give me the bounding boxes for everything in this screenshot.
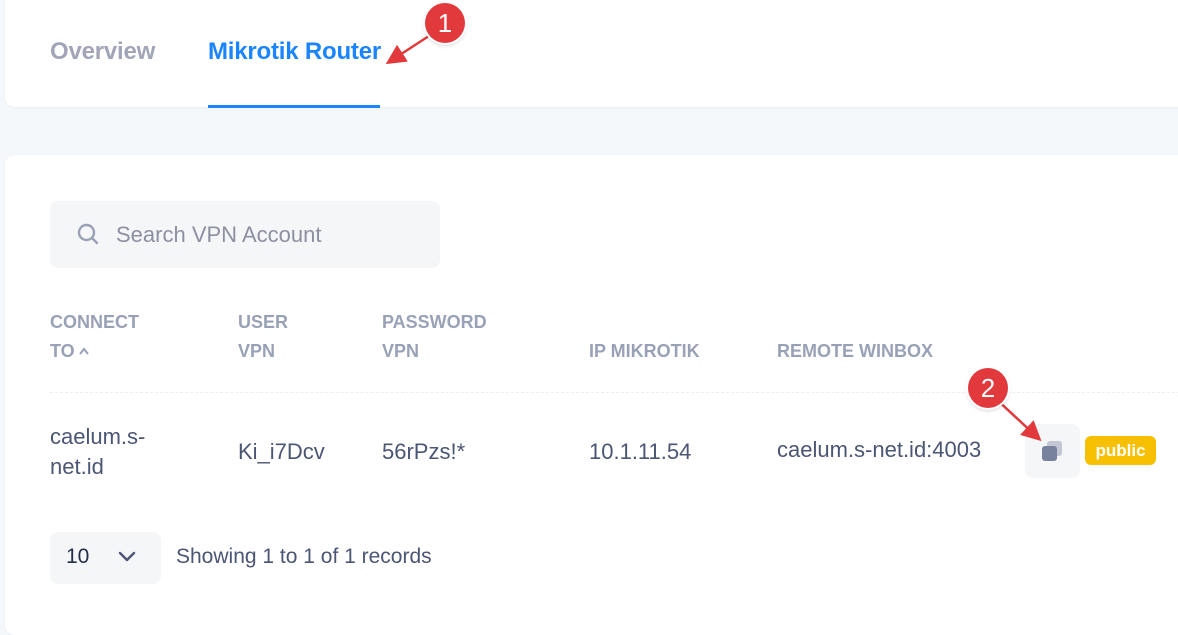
- chevron-down-icon: [118, 551, 136, 562]
- active-tab-indicator: [208, 105, 380, 108]
- column-header-password-vpn[interactable]: PASSWORD VPN: [382, 308, 487, 366]
- search-icon: [77, 223, 99, 245]
- annotation-callout-1: 1: [425, 3, 465, 43]
- column-header-user-vpn[interactable]: USER VPN: [238, 308, 288, 366]
- tab-mikrotik-router[interactable]: Mikrotik Router: [208, 38, 381, 66]
- status-badge: public: [1085, 436, 1156, 465]
- table-divider: [50, 392, 1178, 393]
- search-box[interactable]: [50, 201, 440, 268]
- column-header-label: PASSWORD: [382, 312, 487, 332]
- page-size-select[interactable]: 10: [50, 532, 161, 584]
- cell-ip-mikrotik: 10.1.11.54: [589, 439, 692, 464]
- cell-remote-winbox: caelum.s-net.id:4003: [777, 437, 982, 462]
- tab-overview[interactable]: Overview: [50, 38, 155, 66]
- column-header-connect-to[interactable]: CONNECT TO: [50, 308, 139, 366]
- tabs-card: Overview Mikrotik Router: [5, 0, 1178, 108]
- column-header-ip-mikrotik[interactable]: IP MIKROTIK: [589, 337, 700, 366]
- column-header-label: USER: [238, 312, 289, 332]
- records-info: Showing 1 to 1 of 1 records: [176, 545, 432, 568]
- copy-icon: [1042, 441, 1062, 461]
- page-size-value: 10: [66, 545, 90, 568]
- column-header-label: REMOTE WINBOX: [777, 341, 933, 361]
- cell-user-vpn: Ki_i7Dcv: [238, 439, 325, 464]
- column-header-label: VPN: [382, 341, 420, 361]
- column-header-label: TO: [50, 341, 75, 361]
- sort-asc-icon: [78, 347, 89, 355]
- column-header-label: CONNECT: [50, 312, 139, 332]
- search-input[interactable]: [116, 219, 416, 251]
- column-header-remote-winbox[interactable]: REMOTE WINBOX: [777, 337, 933, 366]
- column-header-label: IP MIKROTIK: [589, 341, 700, 361]
- cell-password-vpn: 56rPzs!*: [382, 439, 466, 464]
- copy-button[interactable]: [1025, 424, 1080, 478]
- cell-connect-to: caelum.s- net.id: [50, 424, 146, 479]
- annotation-callout-2: 2: [968, 368, 1008, 408]
- column-header-label: VPN: [238, 341, 276, 361]
